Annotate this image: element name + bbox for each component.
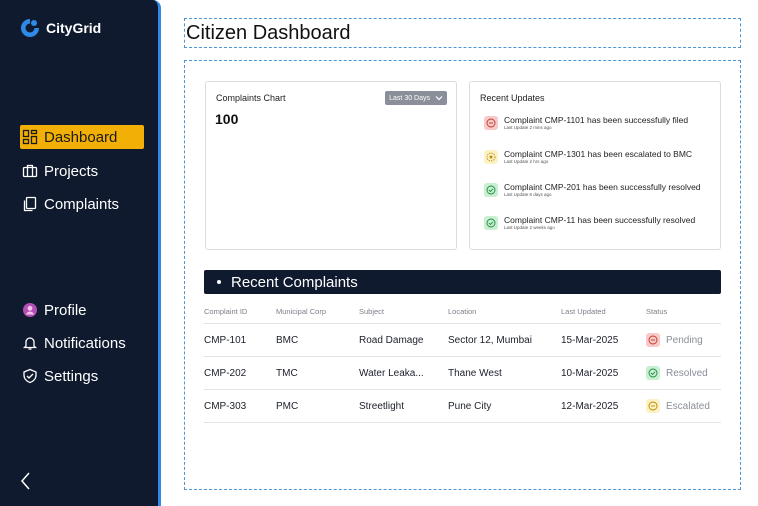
column-header-updated: Last Updated: [561, 307, 606, 316]
nav-label-complaints: Complaints: [44, 195, 120, 213]
update-time: Last Update 2 mins ago: [504, 125, 552, 130]
status-label: Escalated: [666, 400, 710, 412]
update-time: Last Update 2 weeks ago: [504, 225, 555, 230]
column-header-subject: Subject: [359, 307, 385, 316]
bell-icon: [22, 337, 38, 350]
chevron-down-icon: [435, 96, 443, 101]
resolved-status-icon: [484, 216, 498, 230]
update-item[interactable]: Complaint CMP-1101 has been successfully…: [484, 115, 688, 131]
nav-item-dashboard[interactable]: Dashboard: [20, 125, 144, 149]
app-logo[interactable]: CityGrid: [20, 18, 101, 38]
update-text: Complaint CMP-11 has been successfully r…: [504, 215, 696, 225]
sidebar: CityGrid Dashboard Projects Complaints P…: [0, 0, 161, 506]
nav-label-settings: Settings: [44, 367, 99, 385]
nav-label-dashboard: Dashboard: [44, 128, 118, 146]
table-row[interactable]: CMP-101 BMC Road Damage Sector 12, Mumba…: [204, 324, 721, 357]
date-range-label: Last 30 Days: [389, 94, 430, 102]
briefcase-icon: [22, 164, 38, 178]
bullet-icon: [217, 280, 221, 284]
last-updated: 15-Mar-2025: [561, 334, 619, 346]
page-title: Citizen Dashboard: [186, 22, 351, 44]
resolved-status-icon: [646, 366, 660, 380]
subject: Streetlight: [359, 400, 405, 412]
documents-icon: [23, 196, 37, 212]
table-row[interactable]: CMP-202 TMC Water Leaka... Thane West 10…: [204, 357, 721, 390]
last-updated: 12-Mar-2025: [561, 400, 619, 412]
complaint-id: CMP-202: [204, 367, 247, 379]
recent-updates-card: Recent Updates Complaint CMP-1101 has be…: [469, 81, 721, 250]
update-text: Complaint CMP-201 has been successfully …: [504, 182, 701, 192]
collapse-sidebar-icon[interactable]: [18, 470, 34, 492]
update-item[interactable]: Complaint CMP-201 has been successfully …: [484, 182, 701, 198]
recent-complaints-title: Recent Complaints: [231, 273, 358, 291]
pending-status-icon: [646, 333, 660, 347]
complaints-chart-card: Complaints Chart 100 Last 30 Days: [205, 81, 457, 250]
location: Thane West: [448, 367, 502, 379]
complaint-id: CMP-303: [204, 400, 247, 412]
status: Resolved: [646, 357, 708, 389]
location: Pune City: [448, 400, 492, 412]
update-item[interactable]: Complaint CMP-11 has been successfully r…: [484, 215, 695, 231]
nav-item-settings[interactable]: Settings: [20, 364, 104, 388]
subject: Water Leaka...: [359, 367, 424, 379]
column-header-id: Complaint ID: [204, 307, 248, 316]
resolved-status-icon: [484, 183, 498, 197]
table-row[interactable]: CMP-303 PMC Streetlight Pune City 12-Mar…: [204, 390, 721, 423]
column-header-location: Location: [448, 307, 477, 316]
citygrid-logo-icon: [21, 18, 40, 37]
subject: Road Damage: [359, 334, 424, 346]
update-item[interactable]: Complaint CMP-1301 has been escalated to…: [484, 149, 692, 165]
escalated-status-icon: [646, 399, 660, 413]
nav-item-notifications[interactable]: Notifications: [20, 331, 132, 355]
nav-label-projects: Projects: [44, 162, 99, 180]
complaints-count: 100: [215, 111, 239, 127]
complaints-table: Complaint ID Municipal Corp Subject Loca…: [204, 300, 721, 423]
table-header: Complaint ID Municipal Corp Subject Loca…: [204, 300, 721, 324]
column-header-status: Status: [646, 307, 668, 316]
app-name: CityGrid: [46, 20, 102, 36]
update-text: Complaint CMP-1101 has been successfully…: [504, 115, 689, 125]
status-label: Pending: [666, 334, 703, 346]
update-time: Last Update 6 days ago: [504, 192, 552, 197]
chart-card-title: Complaints Chart: [216, 93, 286, 103]
nav-item-complaints[interactable]: Complaints: [20, 192, 125, 216]
recent-complaints-header: Recent Complaints: [204, 270, 721, 294]
nav-label-notifications: Notifications: [44, 334, 126, 352]
page-header: Citizen Dashboard: [184, 18, 741, 48]
status: Escalated: [646, 390, 710, 422]
complaint-id: CMP-101: [204, 334, 247, 346]
last-updated: 10-Mar-2025: [561, 367, 619, 379]
pending-status-icon: [484, 116, 498, 130]
settings-shield-icon: [23, 368, 37, 384]
nav-label-profile: Profile: [44, 301, 87, 319]
municipal-corp: TMC: [276, 367, 298, 379]
municipal-corp: PMC: [276, 400, 299, 412]
column-header-corp: Municipal Corp: [276, 307, 327, 316]
escalated-status-icon: [484, 150, 498, 164]
date-range-select[interactable]: Last 30 Days: [385, 91, 447, 105]
status-label: Resolved: [666, 367, 708, 379]
location: Sector 12, Mumbai: [448, 334, 532, 346]
status: Pending: [646, 324, 703, 356]
nav-item-profile[interactable]: Profile: [20, 298, 93, 322]
update-time: Last Update 2 hrs ago: [504, 159, 549, 164]
nav-item-projects[interactable]: Projects: [20, 159, 104, 183]
user-avatar-icon: [23, 303, 37, 317]
dashboard-icon: [22, 129, 38, 145]
municipal-corp: BMC: [276, 334, 299, 346]
updates-card-title: Recent Updates: [480, 93, 545, 103]
update-text: Complaint CMP-1301 has been escalated to…: [504, 149, 693, 159]
